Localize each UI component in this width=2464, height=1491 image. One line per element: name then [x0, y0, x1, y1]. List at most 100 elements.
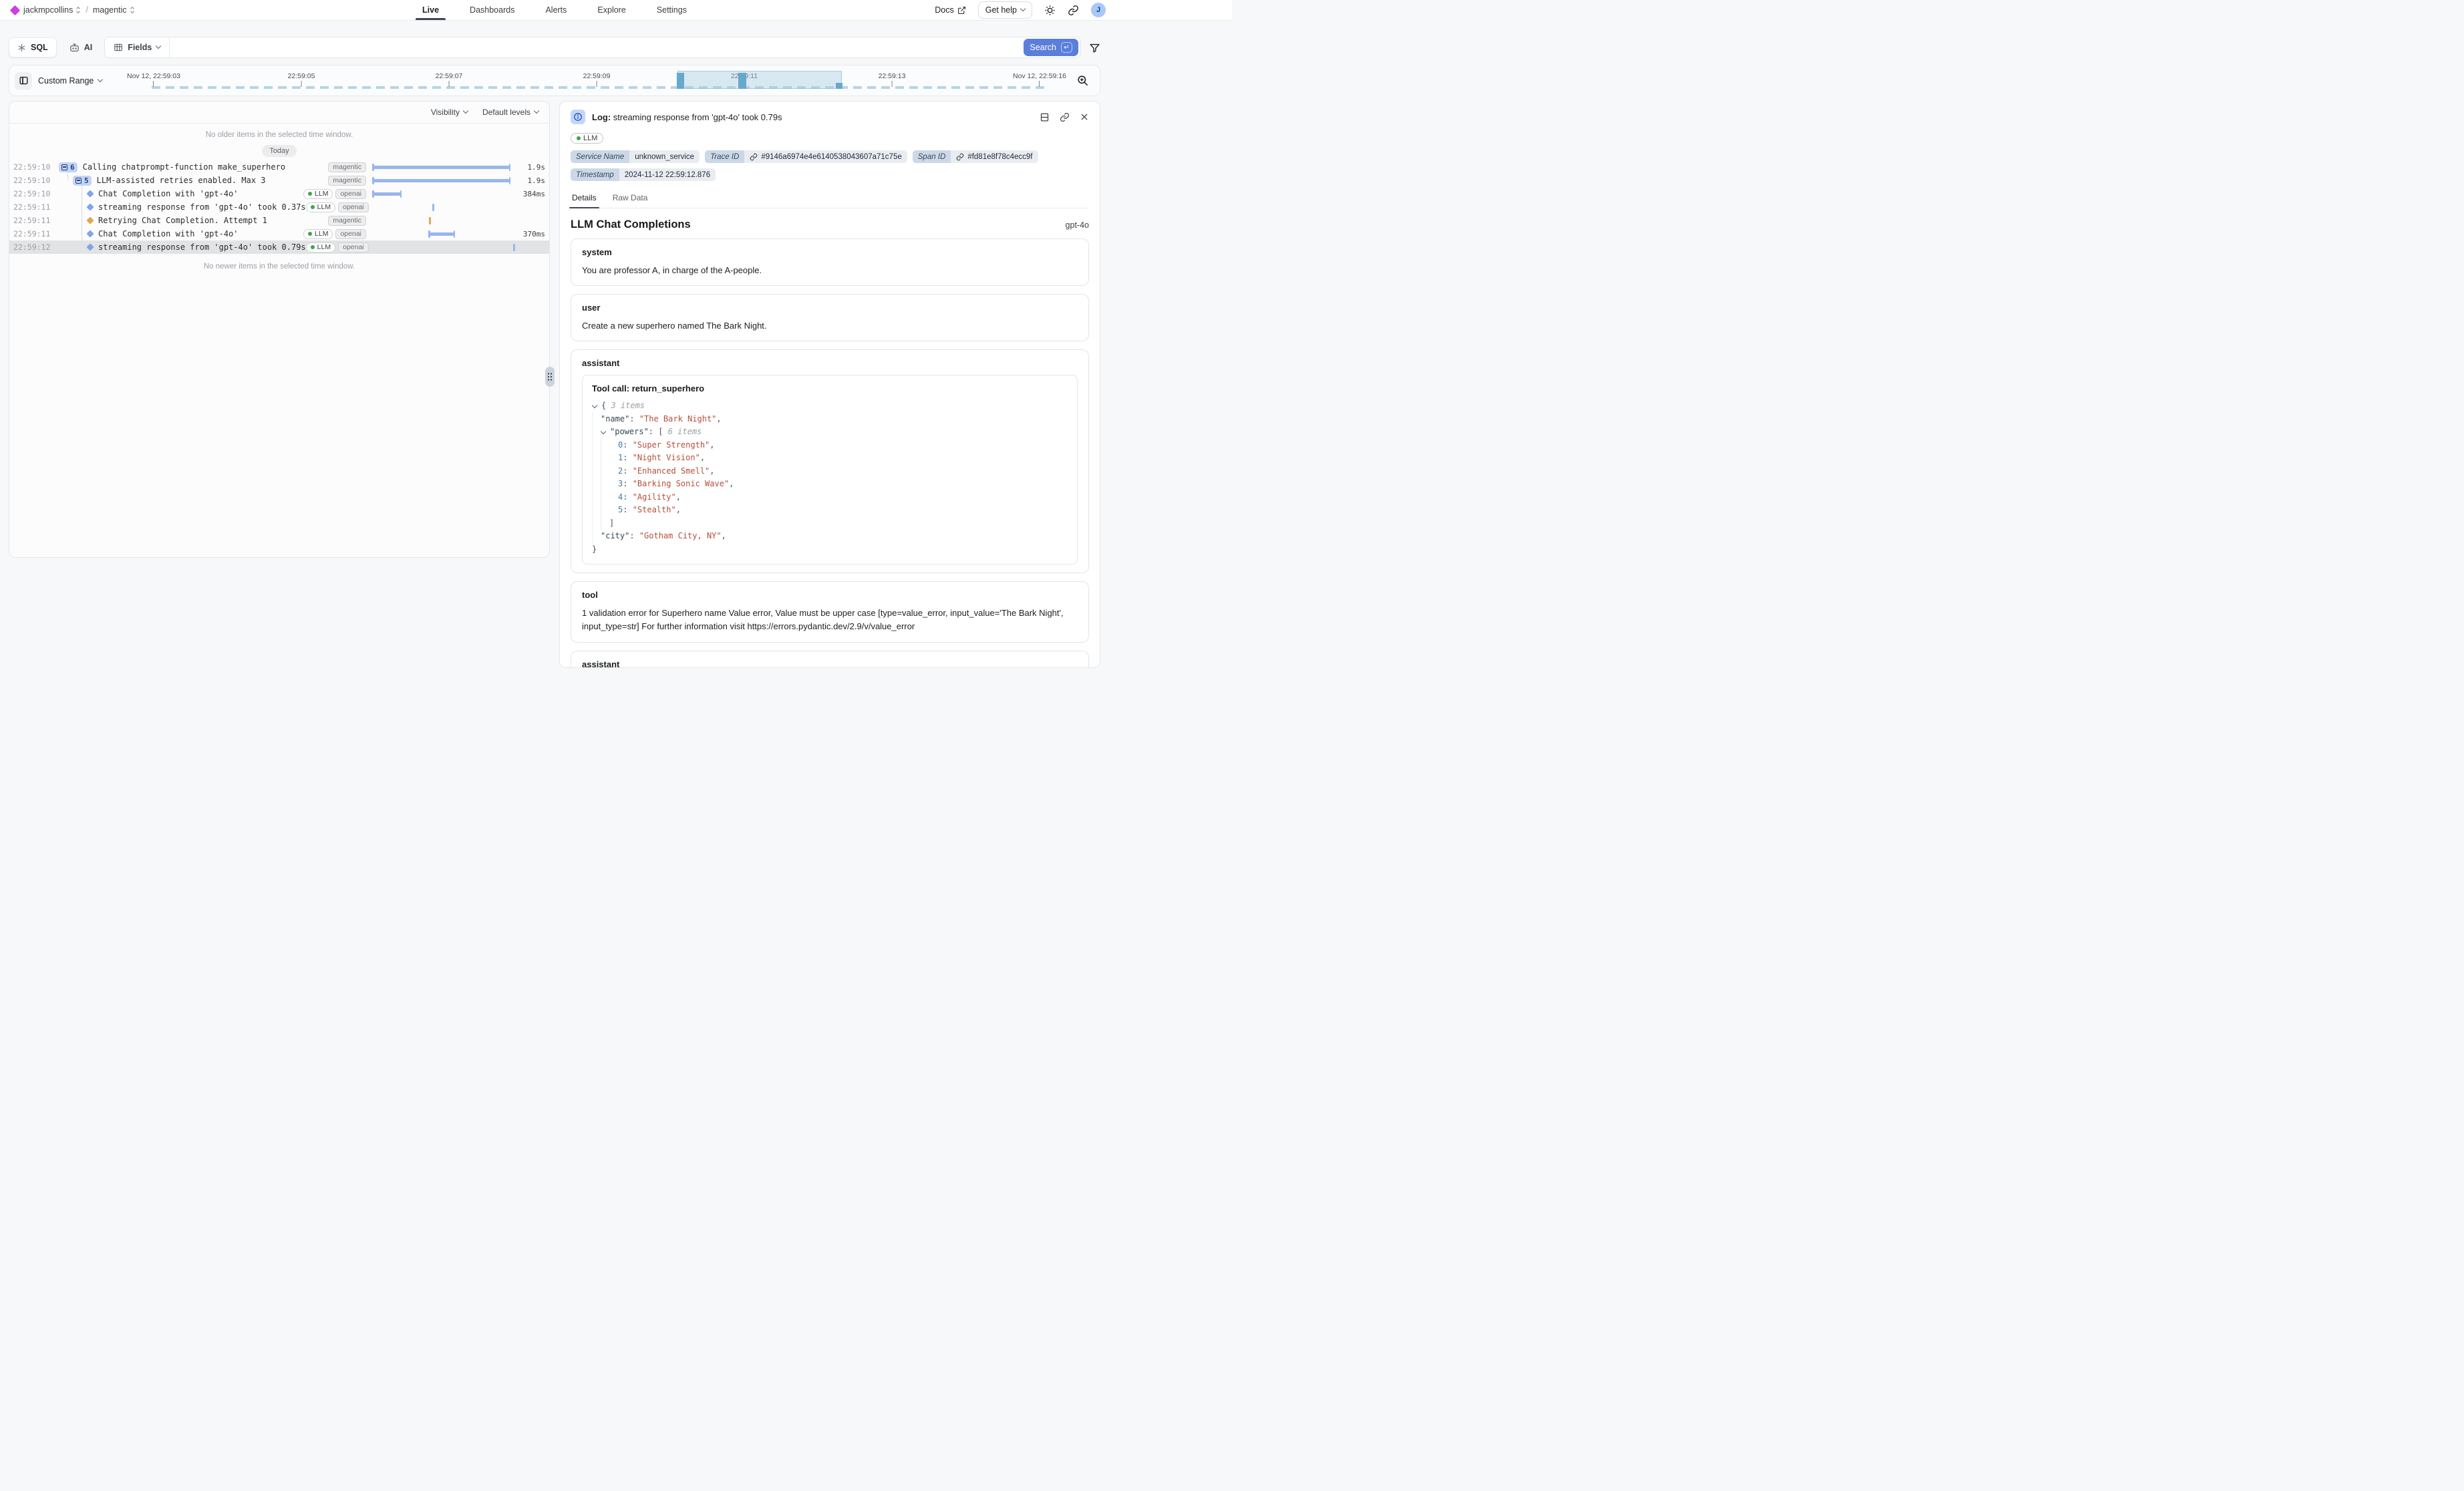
duration-track	[373, 227, 514, 240]
log-row-marker[interactable]: 5	[73, 176, 92, 186]
diamond-icon	[86, 190, 94, 197]
message-role: tool	[582, 590, 1078, 600]
log-row[interactable]: 22:59:105LLM-assisted retries enabled. M…	[9, 174, 549, 187]
tab-raw-data[interactable]: Raw Data	[611, 189, 649, 208]
user-avatar[interactable]: J	[1091, 3, 1106, 17]
service-name-label: Service Name	[571, 150, 629, 163]
timeline-selection[interactable]	[677, 71, 842, 89]
json-token-p: :	[623, 452, 632, 465]
log-row-marker[interactable]	[88, 204, 93, 210]
message-text: 1 validation error for Superhero name Va…	[582, 607, 1078, 633]
toggle-layout-button[interactable]	[1040, 112, 1050, 122]
duration-track	[373, 174, 514, 187]
trace-id-label: Trace ID	[705, 150, 744, 163]
tag-label: magentic	[333, 163, 361, 171]
log-row-marker[interactable]	[88, 191, 93, 196]
query-input[interactable]	[170, 37, 1024, 57]
chevron-down-icon[interactable]	[601, 429, 606, 434]
message-card-assistant: assistant Tool call: return_superhero{ 3 …	[571, 349, 1089, 573]
json-token-p: ,	[710, 439, 714, 452]
log-row-marker[interactable]	[88, 218, 93, 223]
diamond-icon	[86, 243, 94, 251]
fields-label: Fields	[128, 43, 152, 52]
chevron-down-icon[interactable]	[592, 403, 597, 408]
fields-button[interactable]: Fields	[105, 37, 170, 57]
tool-call-card: Tool call: return_superhero{ 3 items"nam…	[582, 375, 1078, 564]
message-card-system: systemYou are professor A, in charge of …	[571, 238, 1089, 286]
log-row[interactable]: 22:59:11streaming response from 'gpt-4o'…	[9, 200, 549, 214]
filter-button[interactable]	[1089, 42, 1100, 53]
duration-track	[373, 160, 514, 174]
duration-bar	[429, 217, 431, 224]
search-button[interactable]: Search ↵	[1024, 39, 1078, 56]
indent-guide	[592, 517, 601, 530]
log-row-duration: 1.9s	[514, 163, 545, 172]
trace-id-pill[interactable]: Trace ID #9146a6974e4e6140538043607a71c7…	[705, 150, 907, 163]
tab-details[interactable]: Details	[571, 189, 598, 208]
tag-label: openai	[340, 190, 361, 198]
copy-link-button[interactable]	[1060, 112, 1070, 122]
timeline-tick-label: Nov 12, 22:59:03	[127, 72, 180, 80]
log-list-panel: Visibility Default levels No older items…	[9, 101, 550, 558]
log-row[interactable]: 22:59:12streaming response from 'gpt-4o'…	[9, 240, 549, 254]
chevron-down-icon	[534, 108, 539, 114]
theme-toggle-button[interactable]	[1044, 5, 1056, 16]
sql-mode-button[interactable]: SQL	[9, 37, 57, 57]
timeline-tick: 22:59:07	[436, 72, 463, 87]
docs-link[interactable]: Docs	[935, 5, 965, 15]
levels-label: Default levels	[482, 108, 530, 117]
panel-resize-handle[interactable]	[545, 367, 555, 387]
json-token-str: "Barking Sonic Wave"	[633, 478, 730, 491]
timeline-track[interactable]: Nov 12, 22:59:0322:59:0522:59:0722:59:09…	[109, 65, 1076, 96]
tab-dashboards[interactable]: Dashboards	[467, 0, 517, 20]
message-role: assistant	[582, 358, 1078, 368]
timeline-tick-label: 22:59:09	[583, 72, 611, 80]
collapse-toggle[interactable]: 6	[59, 162, 78, 172]
green-dot-icon	[308, 192, 312, 196]
enter-key-icon: ↵	[1061, 42, 1072, 53]
collapse-sidebar-button[interactable]	[15, 72, 32, 90]
json-token-p: :	[623, 439, 632, 452]
json-token-p: ,	[676, 491, 681, 504]
collapse-toggle[interactable]: 5	[73, 176, 92, 186]
close-panel-button[interactable]	[1080, 112, 1089, 122]
timestamp-pill: Timestamp 2024-11-12 22:59:12.876	[571, 168, 716, 181]
today-badge[interactable]: Today	[262, 145, 296, 157]
visibility-dropdown[interactable]: Visibility	[431, 108, 468, 117]
share-link-button[interactable]	[1068, 5, 1079, 16]
tab-alerts[interactable]: Alerts	[543, 0, 569, 20]
get-help-button[interactable]: Get help	[978, 1, 1032, 19]
log-row-message: streaming response from 'gpt-4o' took 0.…	[98, 242, 306, 252]
log-row-marker[interactable]: 6	[59, 162, 78, 172]
no-newer-items-text: No newer items in the selected time wind…	[9, 263, 549, 271]
log-row[interactable]: 22:59:10Chat Completion with 'gpt-4o'LLM…	[9, 187, 549, 200]
tab-settings[interactable]: Settings	[654, 0, 689, 20]
json-token-p: :	[623, 491, 632, 504]
log-row-marker[interactable]	[88, 244, 93, 250]
trace-id-value: #9146a6974e4e6140538043607a71c75e	[761, 153, 901, 161]
time-range-selector[interactable]: Custom Range	[38, 76, 102, 86]
json-line: 5: "Stealth",	[592, 504, 1068, 517]
chat-messages: systemYou are professor A, in charge of …	[571, 238, 1089, 668]
close-icon	[1080, 112, 1089, 122]
log-row[interactable]: 22:59:106Calling chatprompt-function mak…	[9, 160, 549, 174]
panel-left-icon	[19, 75, 29, 86]
timeline-bar: Custom Range Nov 12, 22:59:0322:59:0522:…	[9, 65, 1100, 96]
child-count: 6	[70, 163, 75, 172]
magnifier-plus-icon	[1076, 74, 1089, 87]
log-row[interactable]: 22:59:11Retrying Chat Completion. Attemp…	[9, 214, 549, 227]
timeline-tick-label: Nov 12, 22:59:16	[1013, 72, 1066, 80]
log-row-message: Retrying Chat Completion. Attempt 1	[98, 216, 267, 225]
tab-live[interactable]: Live	[420, 0, 442, 20]
tab-explore[interactable]: Explore	[595, 0, 628, 20]
levels-dropdown[interactable]: Default levels	[482, 108, 538, 117]
minus-square-icon	[75, 178, 82, 184]
log-row-marker[interactable]	[88, 231, 93, 236]
zoom-in-button[interactable]	[1076, 74, 1089, 87]
main-panels: Visibility Default levels No older items…	[9, 101, 1100, 668]
duration-bar	[373, 179, 510, 182]
timeline-tick: 22:59:13	[879, 72, 906, 87]
ai-mode-button[interactable]: AI	[63, 43, 98, 53]
span-id-pill[interactable]: Span ID #fd81e8f78c4ecc9f	[913, 150, 1038, 163]
log-row[interactable]: 22:59:11Chat Completion with 'gpt-4o'LLM…	[9, 227, 549, 240]
